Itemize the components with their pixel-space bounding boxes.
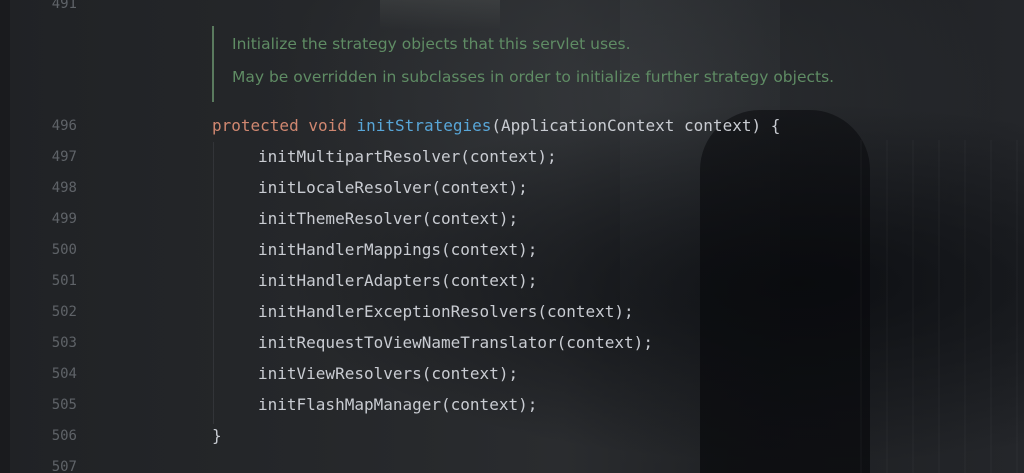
line-number: 501 [51, 273, 77, 289]
code-editor[interactable]: 491 496 497 498 499 500 501 502 503 504 … [0, 0, 1024, 473]
line-number: 497 [51, 149, 77, 165]
line-number: 504 [51, 366, 77, 382]
code-statement[interactable]: initViewResolvers(context); [258, 363, 518, 385]
code-statement[interactable]: initHandlerMappings(context); [258, 239, 537, 261]
code-statement[interactable]: initFlashMapManager(context); [258, 394, 537, 416]
doc-comment-line: Initialize the strategy objects that thi… [232, 35, 631, 53]
line-number: 491 [51, 0, 77, 12]
method-name: initStrategies [356, 116, 492, 135]
line-number: 498 [51, 180, 77, 196]
line-number: 506 [51, 428, 77, 444]
code-statement[interactable]: initMultipartResolver(context); [258, 146, 557, 168]
rendered-doc-comment[interactable]: Initialize the strategy objects that thi… [212, 26, 834, 102]
keyword-modifier: protected [212, 116, 299, 135]
code-statement[interactable]: initThemeResolver(context); [258, 208, 518, 230]
code-statement[interactable]: initHandlerExceptionResolvers(context); [258, 301, 634, 323]
line-number: 502 [51, 304, 77, 320]
line-number: 496 [51, 118, 77, 134]
code-statement[interactable]: initRequestToViewNameTranslator(context)… [258, 332, 653, 354]
code-statement[interactable]: initLocaleResolver(context); [258, 177, 528, 199]
indent-guide [213, 142, 214, 424]
line-number: 505 [51, 397, 77, 413]
line-number: 499 [51, 211, 77, 227]
wallpaper-figure [700, 110, 870, 473]
line-number: 500 [51, 242, 77, 258]
wallpaper-texture [860, 140, 1024, 473]
method-signature[interactable]: protected void initStrategies(Applicatio… [212, 115, 780, 137]
line-number: 503 [51, 335, 77, 351]
line-number-gutter[interactable]: 491 496 497 498 499 500 501 502 503 504 … [0, 0, 160, 473]
code-statement[interactable]: initHandlerAdapters(context); [258, 270, 537, 292]
wallpaper-sign [380, 0, 500, 30]
closing-brace[interactable]: } [212, 425, 222, 447]
line-number: 507 [51, 459, 77, 473]
keyword-return-type: void [308, 116, 347, 135]
doc-comment-line: May be overridden in subclasses in order… [232, 68, 835, 86]
method-params: (ApplicationContext context) { [491, 116, 781, 135]
